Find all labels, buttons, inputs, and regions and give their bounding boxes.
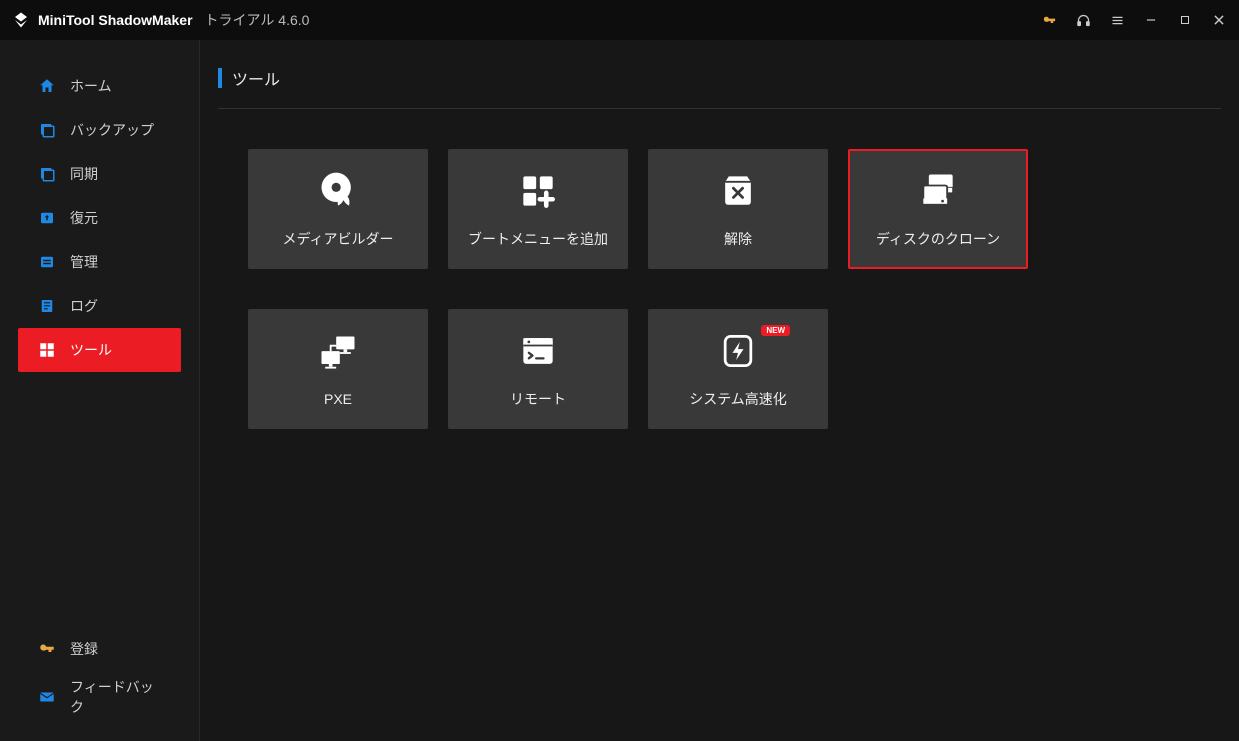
disc-flame-icon (314, 169, 362, 213)
header-accent-bar (218, 68, 222, 88)
tool-remote[interactable]: リモート (448, 309, 628, 429)
tool-label: 解除 (724, 229, 752, 249)
main: ホーム バックアップ 同期 復元 (0, 40, 1239, 741)
sidebar-label: バックアップ (70, 120, 154, 140)
tool-boot-menu[interactable]: ブートメニューを追加 (448, 149, 628, 269)
sidebar-item-tools[interactable]: ツール (18, 328, 181, 372)
sidebar-item-feedback[interactable]: フィードバック (18, 673, 181, 721)
sidebar-item-register[interactable]: 登録 (18, 625, 181, 673)
box-x-icon (714, 169, 762, 213)
tool-system-boost[interactable]: NEW システム高速化 (648, 309, 828, 429)
sidebar-item-log[interactable]: ログ (18, 284, 181, 328)
sidebar: ホーム バックアップ 同期 復元 (0, 40, 200, 741)
network-computers-icon (314, 331, 362, 375)
sidebar-label: 管理 (70, 252, 98, 272)
sidebar-label: ログ (70, 296, 98, 316)
menu-icon[interactable] (1109, 12, 1125, 28)
titlebar-left: MiniTool ShadowMaker トライアル 4.6.0 (12, 10, 309, 30)
sidebar-item-home[interactable]: ホーム (18, 64, 181, 108)
tools-grid-icon (38, 341, 56, 359)
sidebar-label: フィードバック (70, 677, 161, 717)
sidebar-item-sync[interactable]: 同期 (18, 152, 181, 196)
app-edition: トライアル 4.6.0 (205, 10, 310, 30)
tool-label: メディアビルダー (282, 229, 393, 249)
page-title: ツール (232, 66, 280, 90)
restore-icon (38, 209, 56, 227)
sidebar-item-manage[interactable]: 管理 (18, 240, 181, 284)
headphones-icon[interactable] (1075, 12, 1091, 28)
grid-plus-icon (514, 169, 562, 213)
sidebar-label: 同期 (70, 164, 98, 184)
tool-label: ディスクのクローン (876, 229, 1000, 249)
sidebar-label: 登録 (70, 639, 98, 659)
new-badge: NEW (761, 325, 790, 336)
sidebar-item-restore[interactable]: 復元 (18, 196, 181, 240)
app-title: MiniTool ShadowMaker (38, 12, 193, 28)
home-icon (38, 77, 56, 95)
app-logo-icon (12, 11, 30, 29)
sidebar-item-backup[interactable]: バックアップ (18, 108, 181, 152)
disk-clone-icon (914, 169, 962, 213)
tool-disk-clone[interactable]: ディスクのクローン (848, 149, 1028, 269)
tool-label: PXE (324, 391, 352, 407)
lightning-box-icon (714, 329, 762, 373)
tool-unmount[interactable]: 解除 (648, 149, 828, 269)
titlebar: MiniTool ShadowMaker トライアル 4.6.0 (0, 0, 1239, 40)
tool-label: ブートメニューを追加 (468, 229, 608, 249)
backup-icon (38, 121, 56, 139)
tool-media-builder[interactable]: メディアビルダー (248, 149, 428, 269)
sync-icon (38, 165, 56, 183)
mail-icon (38, 688, 56, 706)
maximize-icon[interactable] (1177, 12, 1193, 28)
key-icon[interactable] (1041, 12, 1057, 28)
terminal-window-icon (514, 329, 562, 373)
manage-icon (38, 253, 56, 271)
titlebar-controls (1041, 12, 1227, 28)
tool-label: システム高速化 (689, 389, 787, 409)
tool-label: リモート (510, 389, 566, 409)
sidebar-label: ホーム (70, 76, 112, 96)
sidebar-label: 復元 (70, 208, 98, 228)
sidebar-label: ツール (70, 340, 112, 360)
minimize-icon[interactable] (1143, 12, 1159, 28)
content: ツール メディアビルダー ブートメニューを追加 解除 (200, 40, 1239, 741)
register-key-icon (38, 640, 56, 658)
content-header: ツール (218, 66, 1221, 109)
log-icon (38, 297, 56, 315)
close-icon[interactable] (1211, 12, 1227, 28)
tool-pxe[interactable]: PXE (248, 309, 428, 429)
tool-grid: メディアビルダー ブートメニューを追加 解除 ディスクのクローン (218, 149, 1221, 429)
